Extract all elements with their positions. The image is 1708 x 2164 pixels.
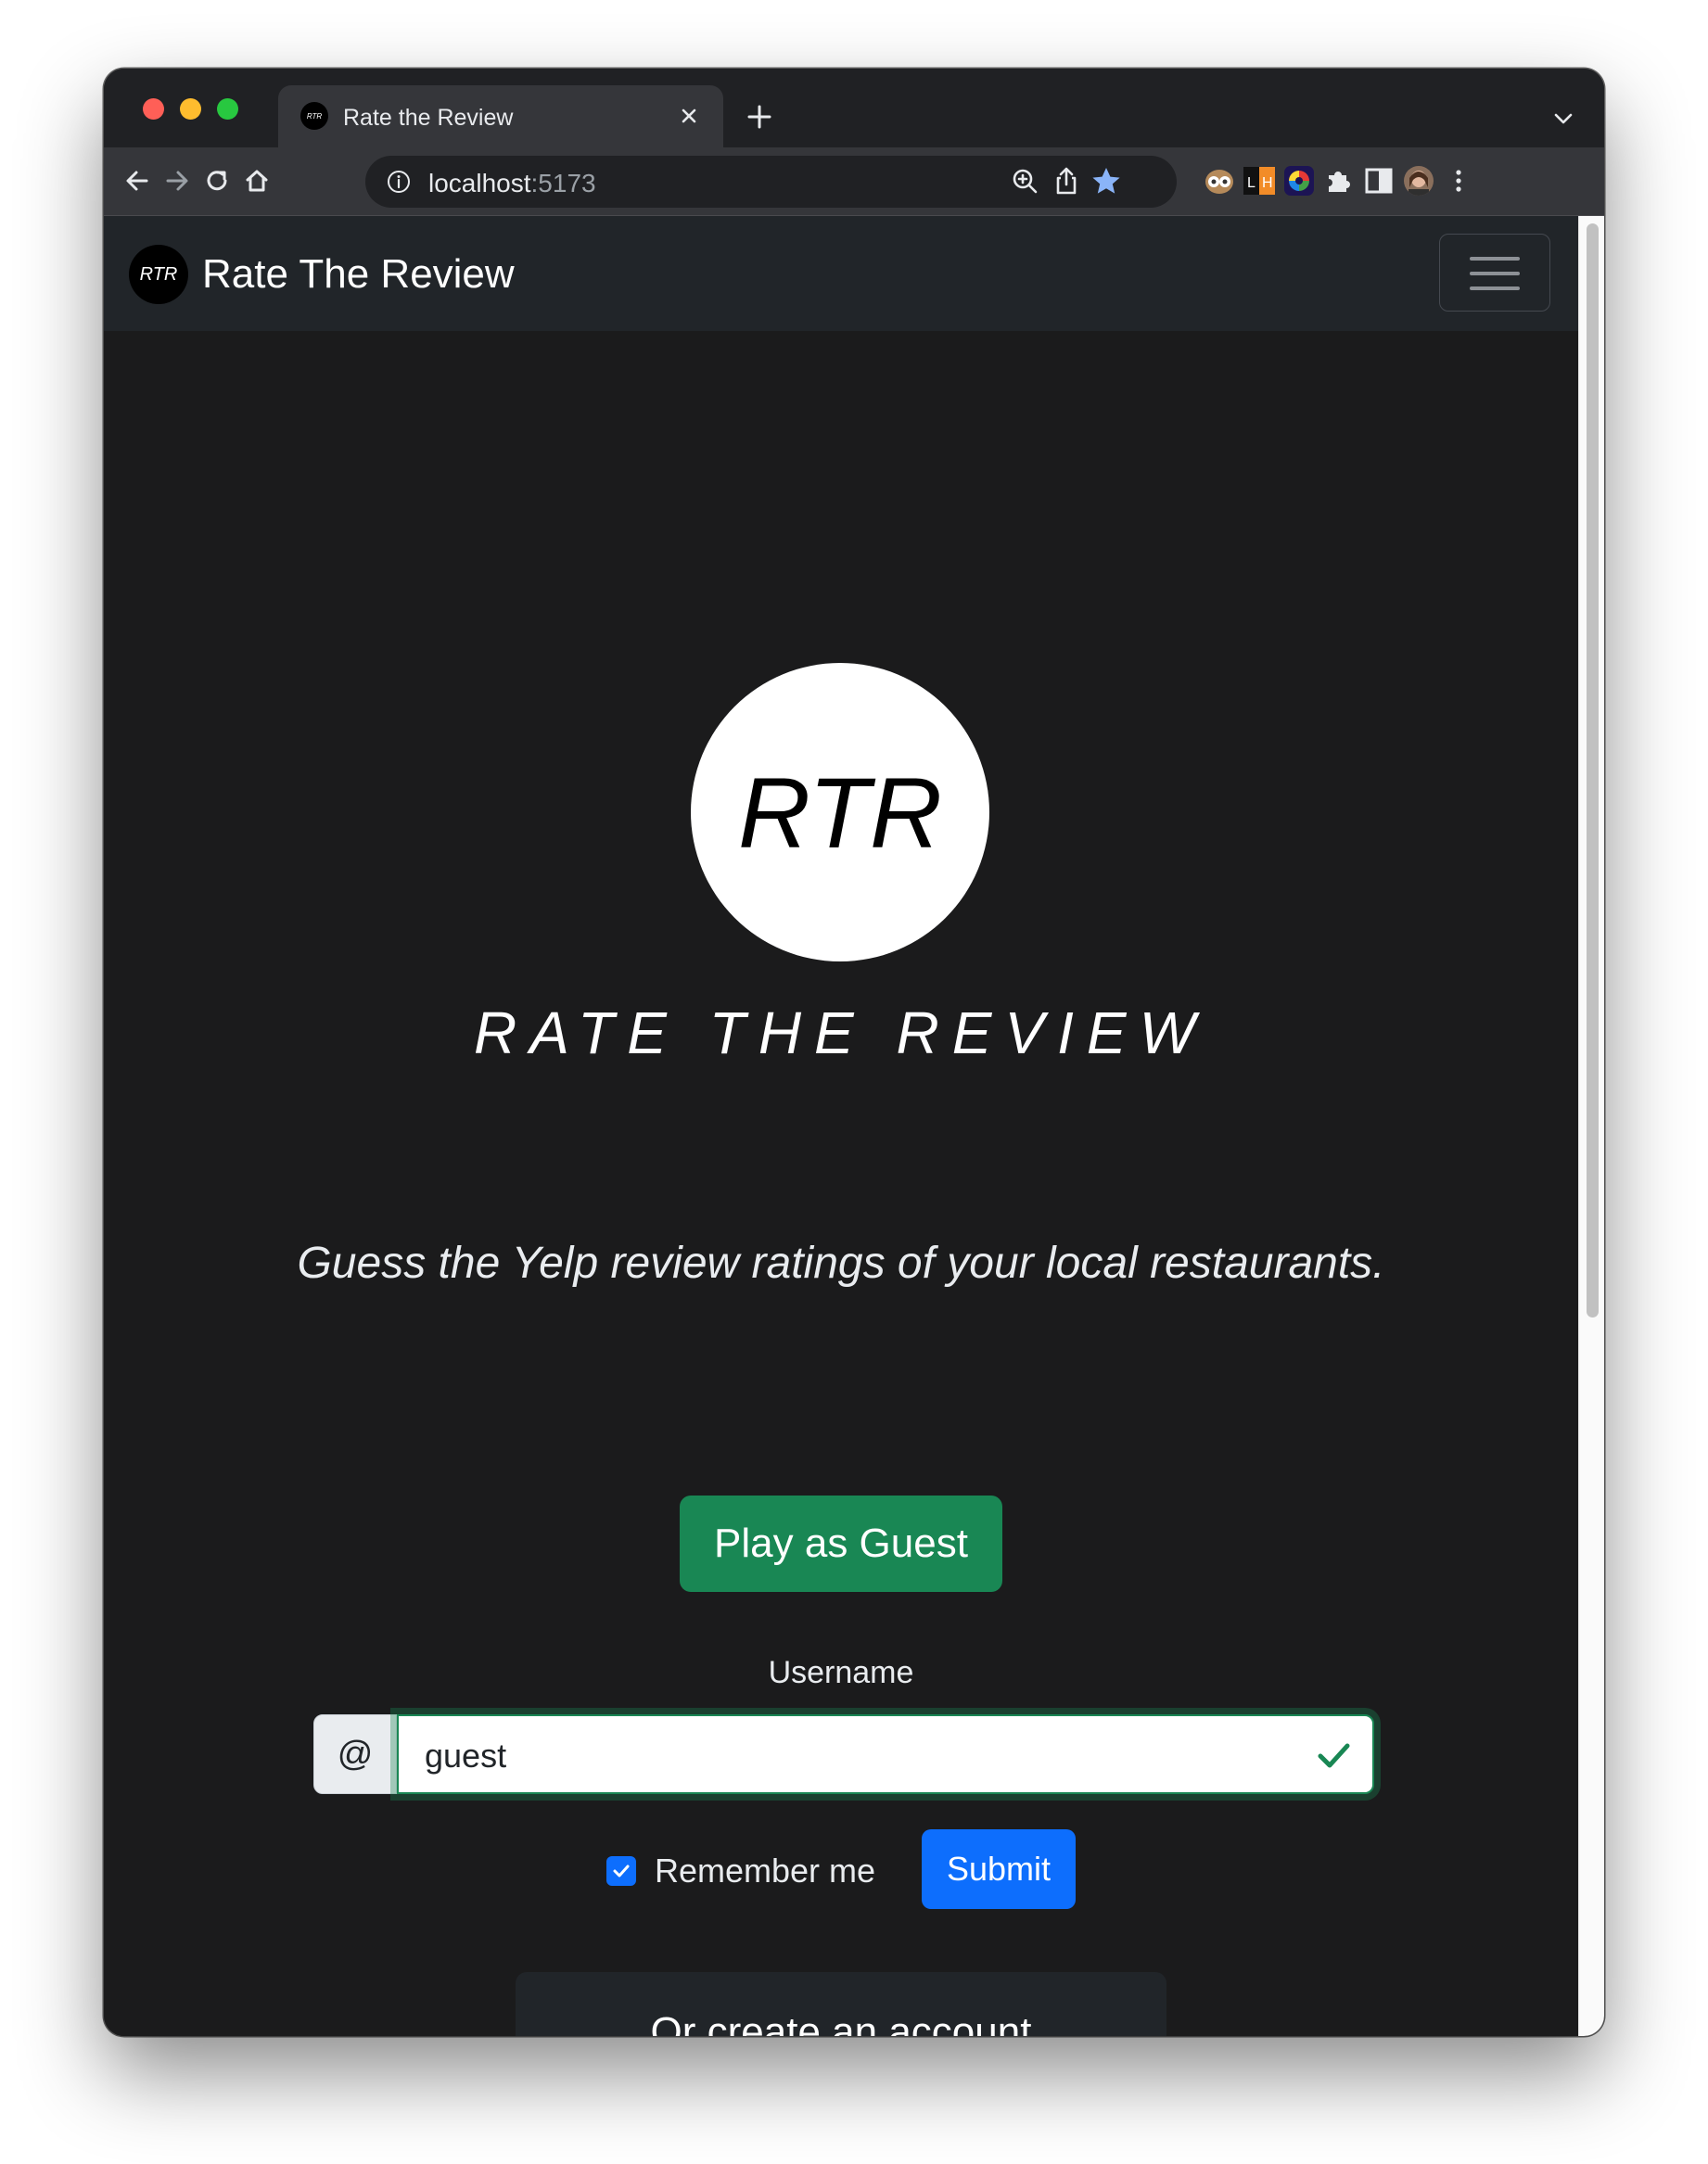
svg-text:L: L [1247,175,1256,191]
tab-favicon: RTR [300,102,328,130]
hamburger-menu-icon[interactable] [1439,234,1550,312]
hero-logo: RTR [691,663,989,961]
close-window-button[interactable] [143,98,164,120]
create-account-heading: Or create an account [650,2009,1032,2036]
owl-extension-icon[interactable] [1202,163,1237,198]
tab-strip: RTR Rate the Review [104,69,1604,147]
remember-me-row: Remember me [606,1848,875,1894]
valid-check-icon [1318,1743,1350,1768]
play-as-guest-button[interactable]: Play as Guest [680,1496,1002,1592]
bookmark-star-icon[interactable] [1089,164,1124,199]
tagline: Guess the Yelp review ratings of your lo… [297,1239,1385,1288]
url-port: :5173 [530,169,596,197]
username-input[interactable]: guest [397,1714,1374,1794]
kebab-menu-icon[interactable] [1441,163,1476,198]
navbar: RTR Rate The Review [104,216,1578,331]
new-tab-icon[interactable] [744,101,775,133]
username-input-group: @ guest [313,1714,1374,1794]
home-icon[interactable] [240,164,274,197]
url-host: localhost [428,169,531,197]
checkmark-icon [613,1865,630,1878]
navbar-brand[interactable]: Rate The Review [202,251,515,298]
back-icon[interactable] [121,164,154,197]
tab-close-icon[interactable] [675,102,703,130]
sidebar-icon[interactable] [1361,163,1396,198]
hamburger-line [1470,286,1520,290]
profile-avatar[interactable] [1401,163,1436,198]
tab-search-chevron-icon[interactable] [1552,108,1574,130]
url-text: localhost:5173 [428,169,596,198]
hamburger-line [1470,272,1520,275]
navbar-logo[interactable]: RTR [129,245,188,304]
page-viewport: RTR Rate The Review RTR RATE THE REVIEW … [104,216,1578,2036]
username-value: guest [425,1737,507,1775]
submit-button[interactable]: Submit [922,1829,1076,1909]
minimize-window-button[interactable] [180,98,201,120]
create-account-card: Or create an account [516,1972,1166,2036]
forward-icon[interactable] [160,164,194,197]
browser-window: RTR Rate the Review localhost:5173 L H R… [104,69,1604,2036]
site-info-icon[interactable] [386,169,412,195]
hero-title: RATE THE REVIEW [474,999,1208,1066]
puzzle-extensions-icon[interactable] [1321,163,1357,198]
zoom-window-button[interactable] [217,98,238,120]
zoom-icon[interactable] [1008,164,1043,199]
browser-toolbar: localhost:5173 L H [104,147,1604,216]
remember-me-checkbox[interactable] [606,1856,636,1886]
scrollbar-thumb[interactable] [1587,223,1599,1317]
at-addon: @ [313,1714,397,1794]
tab-title: Rate the Review [343,105,514,131]
share-icon[interactable] [1049,164,1084,199]
username-label: Username [768,1655,914,1690]
address-bar[interactable]: localhost:5173 [365,156,1177,208]
hamburger-line [1470,257,1520,261]
svg-text:H: H [1262,175,1273,191]
remember-me-label[interactable]: Remember me [655,1852,875,1890]
lh-extension-icon[interactable]: L H [1242,163,1277,198]
color-wheel-extension-icon[interactable] [1281,163,1317,198]
browser-tab[interactable]: RTR Rate the Review [278,85,723,147]
page-scrollbar[interactable] [1578,216,1604,2036]
reload-icon[interactable] [200,164,234,197]
